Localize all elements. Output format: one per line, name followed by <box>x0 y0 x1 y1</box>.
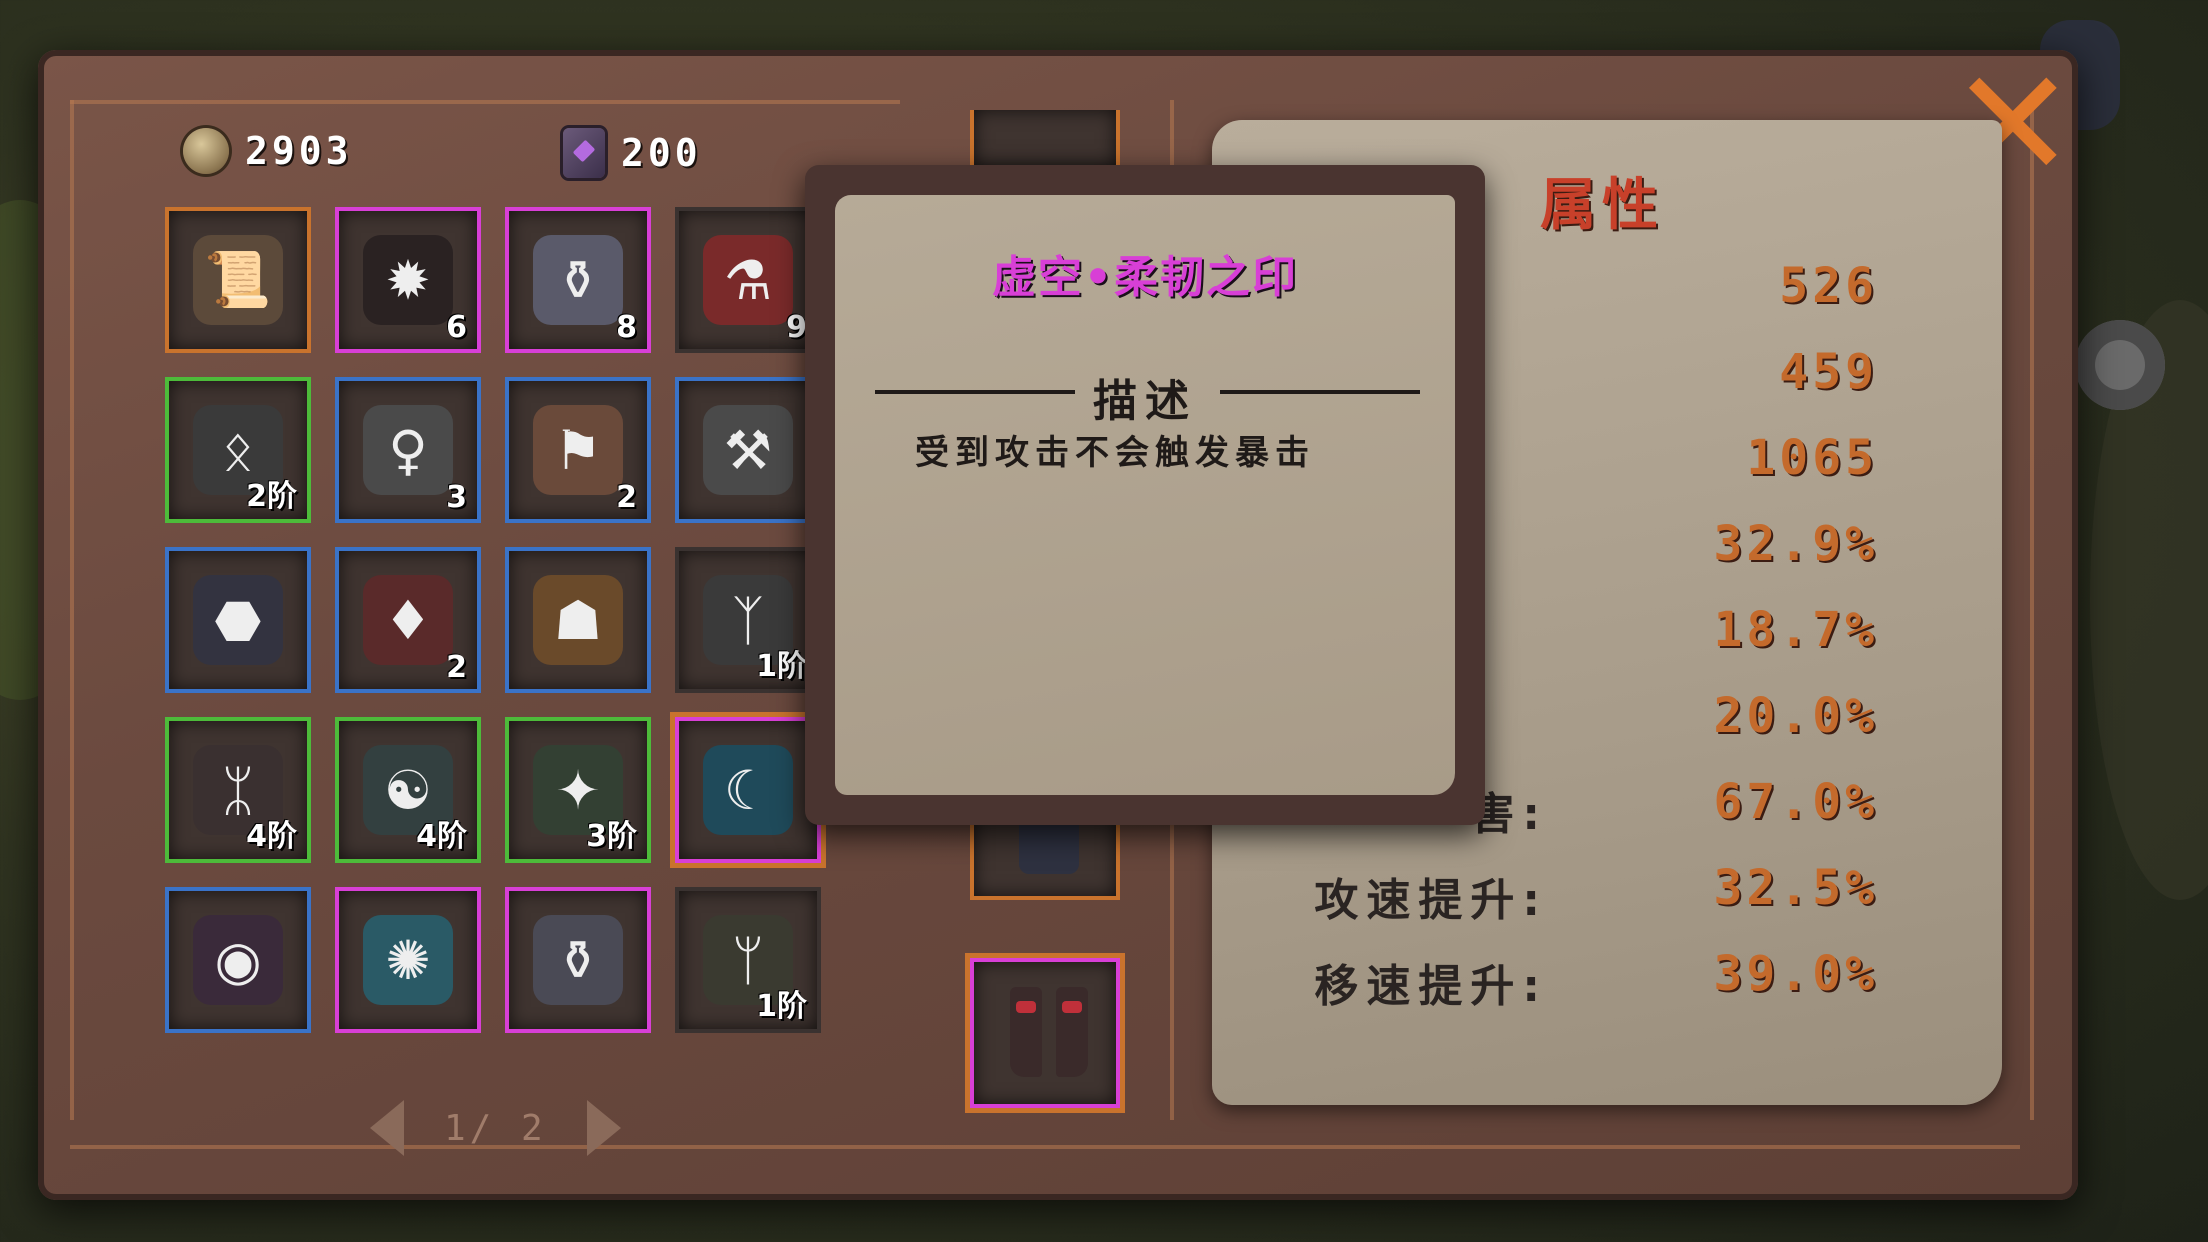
slot-count: 2阶 <box>246 479 297 514</box>
tattered-banner-icon: ⚑ <box>533 405 623 495</box>
gem-counter: 200 <box>563 128 702 178</box>
frame-divider-bottom <box>70 1145 2020 1149</box>
inventory-slot-leaf-rune[interactable]: ✦ 3阶 <box>505 717 651 863</box>
slot-count: 4阶 <box>416 819 467 854</box>
inventory-slot-fire-rune[interactable]: ᛯ 4阶 <box>165 717 311 863</box>
inventory-slot-cat-rune[interactable]: ☯ 4阶 <box>335 717 481 863</box>
inventory-slot-rune-stone[interactable]: ᛟ 2阶 <box>165 377 311 523</box>
seed-jar-icon: ⚱ <box>533 235 623 325</box>
tooltip-heading: 描述 <box>1093 376 1197 427</box>
page-indicator: 1/ 2 <box>444 1107 547 1149</box>
cloth-scroll-icon: 📜 <box>193 235 283 325</box>
gold-counter: 2903 <box>183 128 353 174</box>
attribute-value: 1065 <box>1746 430 1878 486</box>
shadow-eye-icon: ◉ <box>193 915 283 1005</box>
tooltip-paper: 虚空•柔韧之印 描述 受到攻击不会触发暴击 <box>835 195 1455 795</box>
heading-rule-right <box>1220 390 1420 394</box>
empty-jar-icon: ⚱ <box>533 915 623 1005</box>
frost-burst-icon: ✺ <box>363 915 453 1005</box>
inventory-slot-dark-crystal[interactable]: ✹ 6 <box>335 207 481 353</box>
next-page-arrow-icon[interactable] <box>586 1100 621 1156</box>
inventory-slot-red-potion[interactable]: ⚗ 9 <box>675 207 821 353</box>
slot-count: 3 <box>446 480 467 515</box>
slot-count: 9 <box>786 310 807 345</box>
item-tooltip: 虚空•柔韧之印 描述 受到攻击不会触发暴击 <box>805 165 1485 825</box>
red-shard-icon: ♦ <box>363 575 453 665</box>
frame-divider-left <box>70 100 74 1120</box>
inventory-slot-cloth-scroll[interactable]: 📜 <box>165 207 311 353</box>
tooltip-item-name: 虚空•柔韧之印 <box>991 252 1299 303</box>
hammer-icon: ⚒ <box>703 405 793 495</box>
inventory-slot-tree-rune[interactable]: ᛘ 1阶 <box>675 887 821 1033</box>
inventory-slot-void-seal[interactable]: ☾ <box>675 717 821 863</box>
inventory-slot-ore-rock[interactable]: ⬣ <box>165 547 311 693</box>
ore-rock-icon: ⬣ <box>193 575 283 665</box>
attribute-label: 移速提升: <box>1314 961 1548 1012</box>
attribute-value: 526 <box>1779 258 1878 314</box>
attribute-value: 32.9% <box>1713 516 1878 572</box>
beast-head-icon: ☗ <box>533 575 623 665</box>
red-potion-icon: ⚗ <box>703 235 793 325</box>
tooltip-description: 受到攻击不会触发暴击 <box>915 433 1315 473</box>
attribute-label: 攻速提升: <box>1314 875 1548 926</box>
slot-count: 2 <box>616 480 637 515</box>
attribute-value: 20.0% <box>1713 688 1878 744</box>
inventory-slot-empty-jar[interactable]: ⚱ <box>505 887 651 1033</box>
attribute-value: 67.0% <box>1713 774 1878 830</box>
inventory-slot-orange-rune[interactable]: ᛉ 1阶 <box>675 547 821 693</box>
statue-icon: ♀ <box>363 405 453 495</box>
inventory-grid: 📜 ✹ 6 ⚱ 8 ⚗ 9 ᛟ 2阶 ♀ 3 ⚑ 2 ⚒ ⬣ ♦ 2 ☗ ᛉ 1阶 ᛯ 4阶 ☯ 4阶 ✦ 3阶 ☾ ◉ ✺ ⚱ ᛘ 1阶 <box>165 207 825 1033</box>
slot-count: 6 <box>446 310 467 345</box>
frame-divider-top <box>70 100 900 104</box>
slot-count: 1阶 <box>756 649 807 684</box>
previous-page-arrow-icon[interactable] <box>370 1100 404 1156</box>
equipment-slot-weapon[interactable] <box>970 110 1120 170</box>
inventory-slot-tattered-banner[interactable]: ⚑ 2 <box>505 377 651 523</box>
slot-count: 4阶 <box>246 819 297 854</box>
boots-icon <box>1004 987 1094 1082</box>
inventory-slot-beast-head[interactable]: ☗ <box>505 547 651 693</box>
slot-count: 8 <box>616 310 637 345</box>
slot-count: 2 <box>446 650 467 685</box>
coin-icon <box>183 128 229 174</box>
attribute-value: 39.0% <box>1713 946 1878 1002</box>
inventory-slot-red-shard[interactable]: ♦ 2 <box>335 547 481 693</box>
attributes-title: 属性 <box>1540 173 1664 238</box>
gold-amount: 2903 <box>245 129 353 173</box>
inventory-pager: 1/ 2 <box>370 1100 621 1156</box>
slot-count: 3阶 <box>586 819 637 854</box>
attribute-value: 18.7% <box>1713 602 1878 658</box>
frame-divider-right <box>2030 100 2034 1120</box>
inventory-slot-shadow-eye[interactable]: ◉ <box>165 887 311 1033</box>
spellbook-icon <box>563 128 605 178</box>
equipment-slot-legs[interactable] <box>970 958 1120 1108</box>
void-seal-icon: ☾ <box>703 745 793 835</box>
inventory-slot-frost-burst[interactable]: ✺ <box>335 887 481 1033</box>
attribute-value: 32.5% <box>1713 860 1878 916</box>
slot-count: 1阶 <box>756 989 807 1024</box>
inventory-slot-statue[interactable]: ♀ 3 <box>335 377 481 523</box>
dark-crystal-icon: ✹ <box>363 235 453 325</box>
inventory-slot-seed-jar[interactable]: ⚱ 8 <box>505 207 651 353</box>
gear-icon <box>2075 320 2165 410</box>
inventory-slot-hammer[interactable]: ⚒ <box>675 377 821 523</box>
gem-amount: 200 <box>621 131 702 175</box>
attribute-value: 459 <box>1779 344 1878 400</box>
